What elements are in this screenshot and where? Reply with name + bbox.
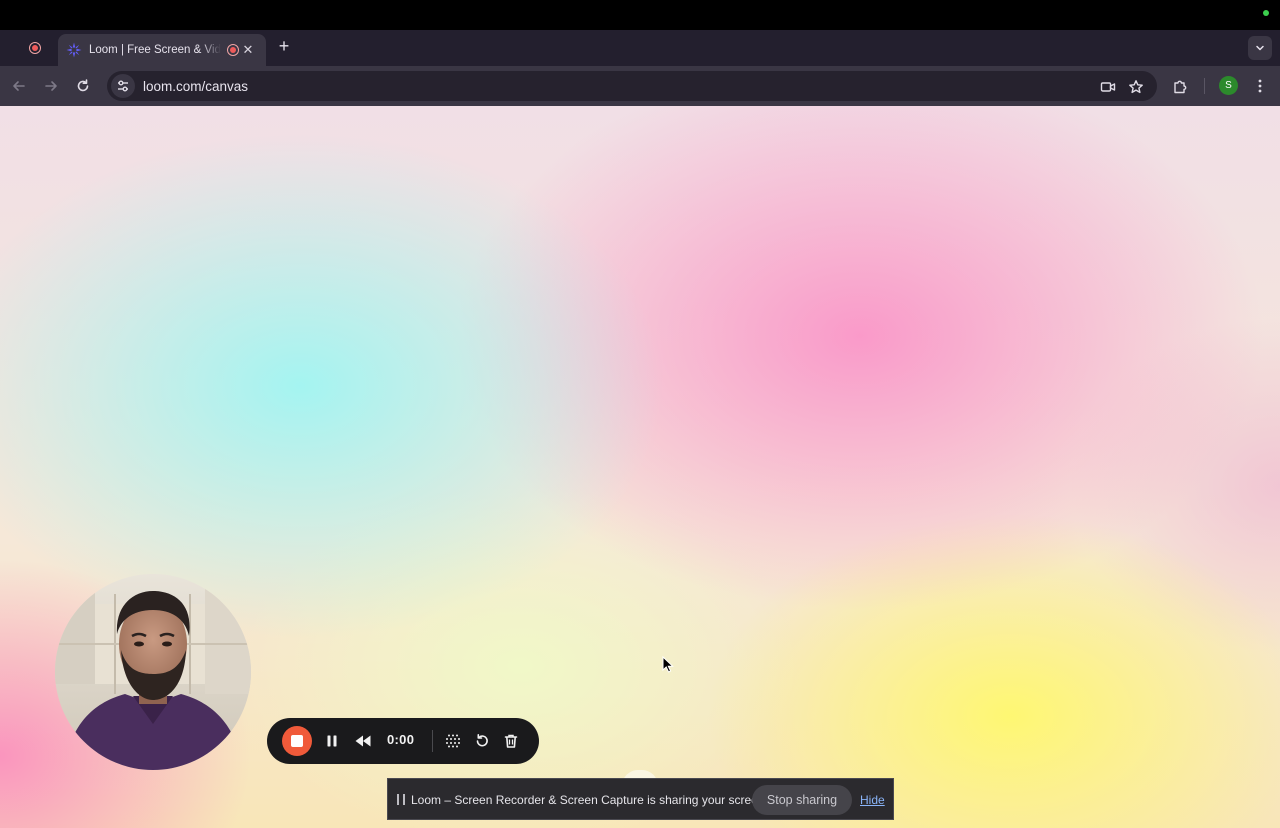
sharing-message: Loom – Screen Recorder & Screen Capture … [411, 793, 768, 807]
close-icon[interactable]: ✕ [240, 42, 256, 58]
chevron-down-icon [1256, 45, 1264, 51]
camera-indicator-dot [1263, 10, 1269, 16]
loom-canvas: 0:00 Loom – Screen Recorder & Screen Cap… [0, 106, 1280, 828]
mouse-cursor-icon [662, 656, 674, 673]
address-bar[interactable]: loom.com/canvas [107, 71, 1157, 101]
browser-menu-button[interactable] [1250, 76, 1270, 96]
delete-recording-button[interactable] [501, 731, 521, 751]
toolbar-separator [1204, 78, 1205, 94]
stop-recording-button[interactable] [282, 726, 312, 756]
screen-sharing-bar: Loom – Screen Recorder & Screen Capture … [387, 778, 894, 820]
tab-search-button[interactable] [1248, 36, 1272, 60]
reload-button[interactable] [73, 76, 93, 96]
restart-button[interactable] [472, 731, 492, 751]
tab-title: Loom | Free Screen & Video Recording [89, 44, 221, 56]
tab-loom[interactable]: Loom | Free Screen & Video Recording ✕ [58, 34, 266, 66]
rewind-icon [355, 735, 371, 747]
controls-divider [432, 730, 433, 752]
forward-arrow-icon [45, 81, 57, 91]
drawing-tools-button[interactable] [443, 731, 463, 751]
rewind-button[interactable] [353, 731, 373, 751]
loom-logo-icon [66, 42, 82, 58]
stop-icon [291, 735, 303, 747]
recording-indicator-icon [227, 44, 239, 56]
camera-in-use-button[interactable] [1099, 78, 1117, 96]
system-menubar [0, 0, 1280, 30]
site-info-button[interactable] [111, 74, 135, 98]
webcam-feed [55, 574, 251, 770]
pause-button[interactable] [322, 731, 342, 751]
profile-avatar[interactable]: S [1219, 76, 1238, 95]
bookmark-star-icon [1129, 80, 1143, 94]
tab-strip: Loom | Free Screen & Video Recording ✕ + [0, 30, 1280, 66]
kebab-menu-icon [1258, 79, 1262, 93]
forward-button[interactable] [41, 76, 61, 96]
extensions-button[interactable] [1170, 76, 1190, 96]
recording-indicator-icon[interactable] [24, 39, 46, 57]
stop-sharing-button[interactable]: Stop sharing [752, 785, 852, 815]
url-text[interactable]: loom.com/canvas [143, 79, 248, 94]
restart-icon [476, 734, 488, 747]
new-tab-button[interactable]: + [274, 36, 294, 56]
puzzle-icon [1173, 80, 1186, 93]
dot-grid-icon [446, 734, 460, 748]
back-arrow-icon [13, 81, 25, 91]
back-button[interactable] [9, 76, 29, 96]
site-settings-icon [118, 80, 128, 92]
pause-icon [327, 735, 337, 747]
browser-toolbar: loom.com/canvas S [0, 66, 1280, 106]
camera-bubble[interactable] [55, 574, 251, 770]
bookmark-button[interactable] [1127, 78, 1145, 96]
hide-link[interactable]: Hide [860, 793, 885, 807]
reload-icon [77, 79, 89, 92]
drag-handle-icon[interactable] [397, 794, 405, 805]
recording-controls: 0:00 [267, 718, 539, 764]
trash-icon [504, 734, 518, 748]
recording-timer: 0:00 [387, 732, 415, 747]
camera-in-use-icon [1100, 82, 1116, 92]
